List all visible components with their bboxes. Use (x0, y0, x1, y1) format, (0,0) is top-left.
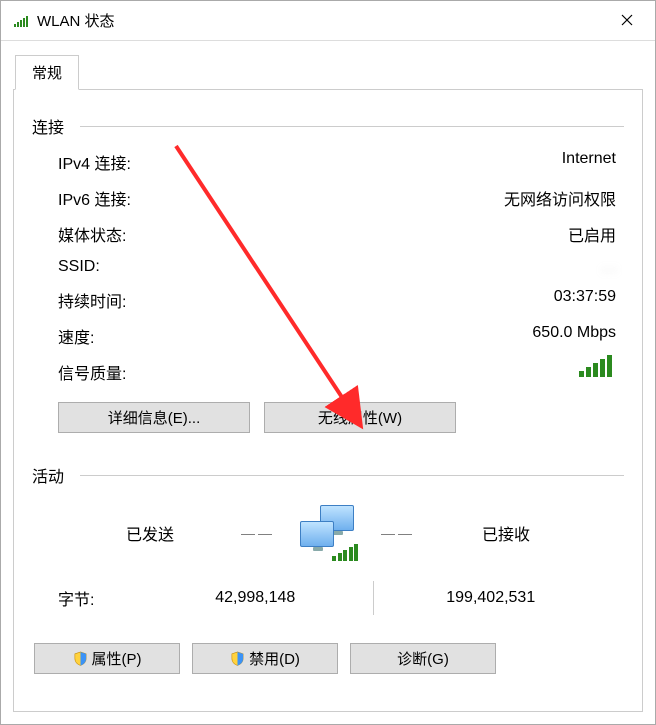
wifi-icon (13, 13, 29, 29)
tab-panel: 连接 IPv4 连接: Internet IPv6 连接: 无网络访问权限 媒体… (13, 90, 643, 712)
disable-button[interactable]: 禁用(D) (192, 643, 338, 674)
bytes-sent-value: 42,998,148 (148, 589, 363, 607)
properties-button[interactable]: 属性(P) (34, 643, 180, 674)
ssid-label: SSID: (58, 258, 100, 276)
bytes-recv-value: 199,402,531 (384, 589, 599, 607)
speed-row: 速度: 650.0 Mbps (58, 324, 616, 348)
media-label: 媒体状态: (58, 222, 126, 246)
close-icon (621, 10, 633, 31)
duration-row: 持续时间: 03:37:59 (58, 288, 616, 312)
media-state-row: 媒体状态: 已启用 (58, 222, 616, 246)
recv-label: 已接收 (436, 521, 576, 545)
tab-general[interactable]: 常规 (15, 55, 79, 90)
connection-section-header: 连接 (32, 114, 624, 138)
signal-strength-icon (579, 355, 612, 377)
ipv6-row: IPv6 连接: 无网络访问权限 (58, 186, 616, 210)
properties-button-label: 属性(P) (92, 648, 142, 669)
wlan-status-dialog: WLAN 状态 常规 连接 IPv4 连接: Internet IPv (0, 0, 656, 725)
ipv4-row: IPv4 连接: Internet (58, 150, 616, 174)
ipv6-value: 无网络访问权限 (504, 186, 616, 210)
bytes-label: 字节: (58, 586, 148, 610)
dashes-left: —— (230, 525, 286, 541)
duration-label: 持续时间: (58, 288, 126, 312)
diagnose-button[interactable]: 诊断(G) (350, 643, 496, 674)
bytes-separator (373, 581, 374, 615)
ipv4-label: IPv4 连接: (58, 150, 131, 174)
tab-strip: 常规 (13, 55, 643, 90)
shield-icon (73, 651, 88, 666)
network-activity-icon (296, 505, 360, 561)
activity-indicator-row: 已发送 —— —— 已接收 (32, 499, 624, 567)
speed-label: 速度: (58, 324, 94, 348)
connection-grid: IPv4 连接: Internet IPv6 连接: 无网络访问权限 媒体状态:… (32, 150, 624, 384)
dialog-body: 常规 连接 IPv4 连接: Internet IPv6 连接: 无网络访问权限… (1, 41, 655, 724)
titlebar: WLAN 状态 (1, 1, 655, 41)
speed-value: 650.0 Mbps (532, 324, 616, 348)
connection-section-label: 连接 (32, 114, 80, 138)
ipv6-label: IPv6 连接: (58, 186, 131, 210)
bytes-row: 字节: 42,998,148 199,402,531 (32, 567, 624, 615)
disable-button-label: 禁用(D) (249, 648, 300, 669)
activity-section-header: 活动 (32, 463, 624, 487)
sent-label: 已发送 (80, 521, 220, 545)
activity-section-label: 活动 (32, 463, 80, 487)
close-button[interactable] (605, 2, 649, 40)
connection-buttons: 详细信息(E)... 无线属性(W) (32, 402, 624, 433)
duration-value: 03:37:59 (554, 288, 616, 312)
ssid-row: SSID: . . (58, 258, 616, 276)
details-button[interactable]: 详细信息(E)... (58, 402, 250, 433)
wireless-properties-button[interactable]: 无线属性(W) (264, 402, 456, 433)
window-title: WLAN 状态 (35, 10, 605, 31)
shield-icon (230, 651, 245, 666)
signal-row: 信号质量: (58, 360, 616, 384)
ssid-value: . . (603, 258, 616, 276)
ipv4-value: Internet (562, 150, 616, 174)
media-value: 已启用 (568, 222, 616, 246)
bottom-button-row: 属性(P) 禁用(D) 诊断(G) (32, 615, 624, 674)
signal-label: 信号质量: (58, 360, 126, 384)
dashes-right: —— (370, 525, 426, 541)
